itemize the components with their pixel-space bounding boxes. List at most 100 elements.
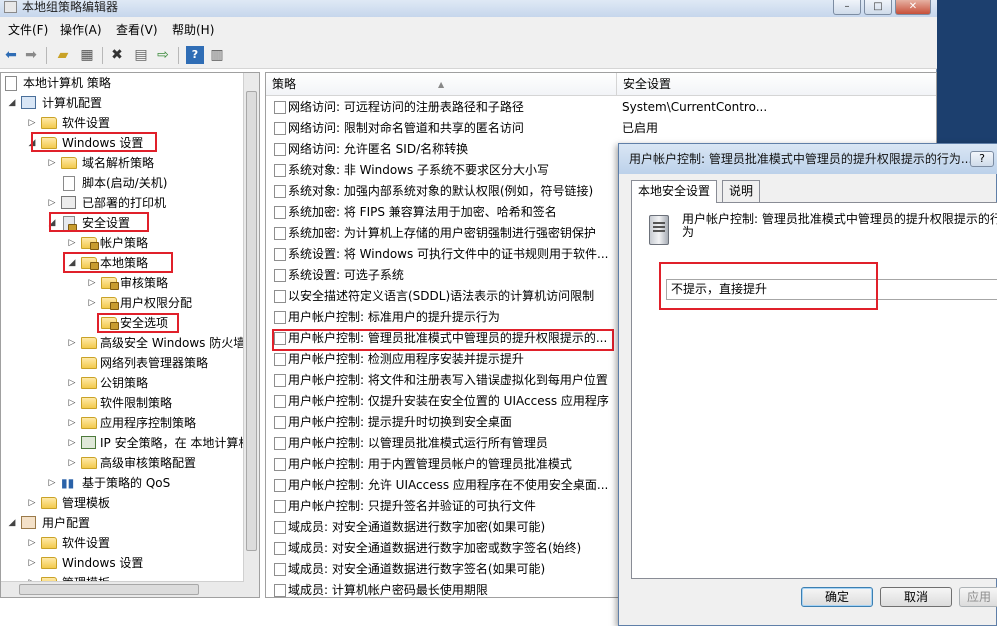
column-header-setting[interactable]: 安全设置 bbox=[616, 73, 936, 96]
policy-name: 网络访问: 允许匿名 SID/名称转换 bbox=[288, 142, 469, 156]
dialog-help-button[interactable]: ? bbox=[970, 151, 994, 167]
printer-icon bbox=[61, 196, 76, 209]
close-button[interactable]: ✕ bbox=[895, 0, 931, 15]
policy-name: 系统加密: 为计算机上存储的用户密钥强制进行强密钥保护 bbox=[288, 226, 596, 240]
folder-icon bbox=[61, 157, 77, 169]
expand-right-icon[interactable]: ▷ bbox=[67, 433, 77, 453]
up-folder-icon[interactable]: ▰ bbox=[54, 46, 72, 64]
expand-right-icon[interactable]: ▷ bbox=[27, 553, 37, 573]
policy-item-icon bbox=[274, 311, 286, 324]
menu-action[interactable]: 操作(A) bbox=[60, 21, 102, 38]
expand-right-icon[interactable]: ▷ bbox=[27, 533, 37, 553]
policy-setting: System\CurrentContro... bbox=[622, 100, 768, 114]
menu-view[interactable]: 查看(V) bbox=[116, 21, 158, 38]
view-icon[interactable]: ▥ bbox=[208, 46, 226, 64]
sort-up-icon: ▲ bbox=[438, 80, 445, 89]
expand-right-icon[interactable]: ▷ bbox=[67, 233, 77, 253]
toolbar: ⬅ ➡ ▰ ▦ ✖ ▤ ⇨ ? ▥ bbox=[0, 41, 937, 69]
policy-name: 用户帐户控制: 仅提升安装在安全位置的 UIAccess 应用程序 bbox=[288, 394, 609, 408]
expand-right-icon[interactable]: ▷ bbox=[47, 153, 57, 173]
title-bar[interactable]: 本地组策略编辑器 – □ ✕ bbox=[0, 0, 937, 17]
scroll-thumb[interactable] bbox=[246, 91, 257, 551]
tab-local-security-setting[interactable]: 本地安全设置 bbox=[631, 180, 718, 203]
expand-right-icon[interactable]: ▷ bbox=[27, 493, 37, 513]
expand-right-icon[interactable]: ▷ bbox=[27, 113, 37, 133]
minimize-button[interactable]: – bbox=[833, 0, 861, 15]
delete-icon[interactable]: ✖ bbox=[108, 46, 126, 64]
policy-icon bbox=[5, 76, 17, 91]
dialog-title-bar[interactable]: 用户帐户控制: 管理员批准模式中管理员的提升权限提示的行为... bbox=[619, 144, 997, 174]
policy-name: 系统设置: 将 Windows 可执行文件中的证书规则用于软件... bbox=[288, 247, 609, 261]
policy-name: 域成员: 对安全通道数据进行数字签名(如果可能) bbox=[288, 562, 546, 576]
policy-item-icon bbox=[274, 563, 286, 576]
table-row[interactable]: 网络访问: 限制对命名管道和共享的匿名访问 已启用 bbox=[266, 118, 936, 139]
folder-icon bbox=[81, 377, 97, 389]
expand-right-icon[interactable]: ▷ bbox=[67, 453, 77, 473]
policy-name: 网络访问: 可远程访问的注册表路径和子路径 bbox=[288, 100, 524, 114]
expand-right-icon[interactable]: ▷ bbox=[67, 393, 77, 413]
tree-pane[interactable]: 本地计算机 策略 ◢ 计算机配置 ▷ 软件设置 ◢ Windows 设置 ▷ 域… bbox=[0, 72, 260, 598]
back-icon[interactable]: ⬅ bbox=[2, 46, 20, 64]
ok-button[interactable]: 确定 bbox=[801, 587, 873, 607]
show-tree-icon[interactable]: ▦ bbox=[78, 46, 96, 64]
properties-icon[interactable]: ▤ bbox=[132, 46, 150, 64]
computer-icon bbox=[21, 96, 36, 109]
menu-bar: 文件(F) 操作(A) 查看(V) 帮助(H) bbox=[0, 17, 937, 41]
policy-item-icon bbox=[274, 353, 286, 366]
script-icon bbox=[63, 176, 75, 191]
menu-help[interactable]: 帮助(H) bbox=[172, 21, 214, 38]
expand-right-icon[interactable]: ▷ bbox=[47, 193, 57, 213]
expand-right-icon[interactable]: ▷ bbox=[87, 273, 97, 293]
policy-name: 网络访问: 限制对命名管道和共享的匿名访问 bbox=[288, 121, 524, 135]
toolbar-separator bbox=[46, 47, 47, 64]
folder-lock-icon bbox=[81, 237, 99, 250]
expand-right-icon[interactable]: ▷ bbox=[67, 413, 77, 433]
policy-item-icon bbox=[274, 584, 286, 597]
tab-explain[interactable]: 说明 bbox=[722, 180, 761, 202]
policy-name: 以安全描述符定义语言(SDDL)语法表示的计算机访问限制 bbox=[288, 289, 595, 303]
cancel-button[interactable]: 取消 bbox=[880, 587, 952, 607]
expand-right-icon[interactable]: ▷ bbox=[87, 293, 97, 313]
expand-right-icon[interactable]: ▷ bbox=[47, 473, 57, 493]
column-header-policy[interactable]: 策略 ▲ bbox=[266, 73, 616, 96]
expand-down-icon[interactable]: ◢ bbox=[7, 513, 17, 533]
tree-item-label: 已部署的打印机 bbox=[82, 196, 167, 210]
policy-name: 用户帐户控制: 提示提升时切换到安全桌面 bbox=[288, 415, 512, 429]
toolbar-separator bbox=[102, 47, 103, 64]
chart-icon: ▮▮ bbox=[61, 476, 75, 490]
folder-icon bbox=[41, 557, 57, 569]
tree-vertical-scrollbar[interactable] bbox=[243, 73, 259, 597]
folder-lock-icon bbox=[101, 297, 119, 310]
expand-right-icon[interactable]: ▷ bbox=[67, 373, 77, 393]
folder-icon bbox=[81, 397, 97, 409]
maximize-button[interactable]: □ bbox=[864, 0, 892, 15]
apply-button[interactable]: 应用 bbox=[959, 587, 997, 607]
export-icon[interactable]: ⇨ bbox=[154, 46, 172, 64]
expand-down-icon[interactable]: ◢ bbox=[7, 93, 17, 113]
highlight-box bbox=[31, 132, 157, 152]
folder-icon bbox=[41, 117, 57, 129]
tab-panel: 用户帐户控制: 管理员批准模式中管理员的提升权限提示的行为 不提示，直接提升 ▼ bbox=[631, 202, 997, 579]
expand-right-icon[interactable]: ▷ bbox=[67, 333, 77, 353]
policy-name: 系统加密: 将 FIPS 兼容算法用于加密、哈希和签名 bbox=[288, 205, 557, 219]
highlight-box bbox=[272, 329, 614, 351]
scroll-thumb[interactable] bbox=[19, 584, 199, 595]
help-icon[interactable]: ? bbox=[186, 46, 204, 64]
table-row[interactable]: 网络访问: 可远程访问的注册表路径和子路径 System\CurrentContr… bbox=[266, 97, 936, 118]
policy-item-icon bbox=[274, 101, 286, 114]
folder-icon bbox=[81, 357, 97, 369]
policy-name: 系统设置: 可选子系统 bbox=[288, 268, 404, 282]
ipsec-icon bbox=[81, 436, 96, 449]
tree-item-label: 审核策略 bbox=[120, 276, 169, 290]
policy-description: 用户帐户控制: 管理员批准模式中管理员的提升权限提示的行为 bbox=[682, 212, 997, 239]
policy-name: 用户帐户控制: 只提升签名并验证的可执行文件 bbox=[288, 499, 536, 513]
folder-icon bbox=[81, 337, 97, 349]
tree-item-label: 应用程序控制策略 bbox=[100, 416, 197, 430]
policy-name: 用户帐户控制: 允许 UIAccess 应用程序在不使用安全桌面... bbox=[288, 478, 609, 492]
tree-item-label: 域名解析策略 bbox=[82, 156, 155, 170]
menu-file[interactable]: 文件(F) bbox=[8, 21, 48, 38]
policy-item-icon bbox=[274, 206, 286, 219]
tree-horizontal-scrollbar[interactable] bbox=[1, 581, 244, 597]
forward-icon[interactable]: ➡ bbox=[22, 46, 40, 64]
policy-item-icon bbox=[274, 290, 286, 303]
